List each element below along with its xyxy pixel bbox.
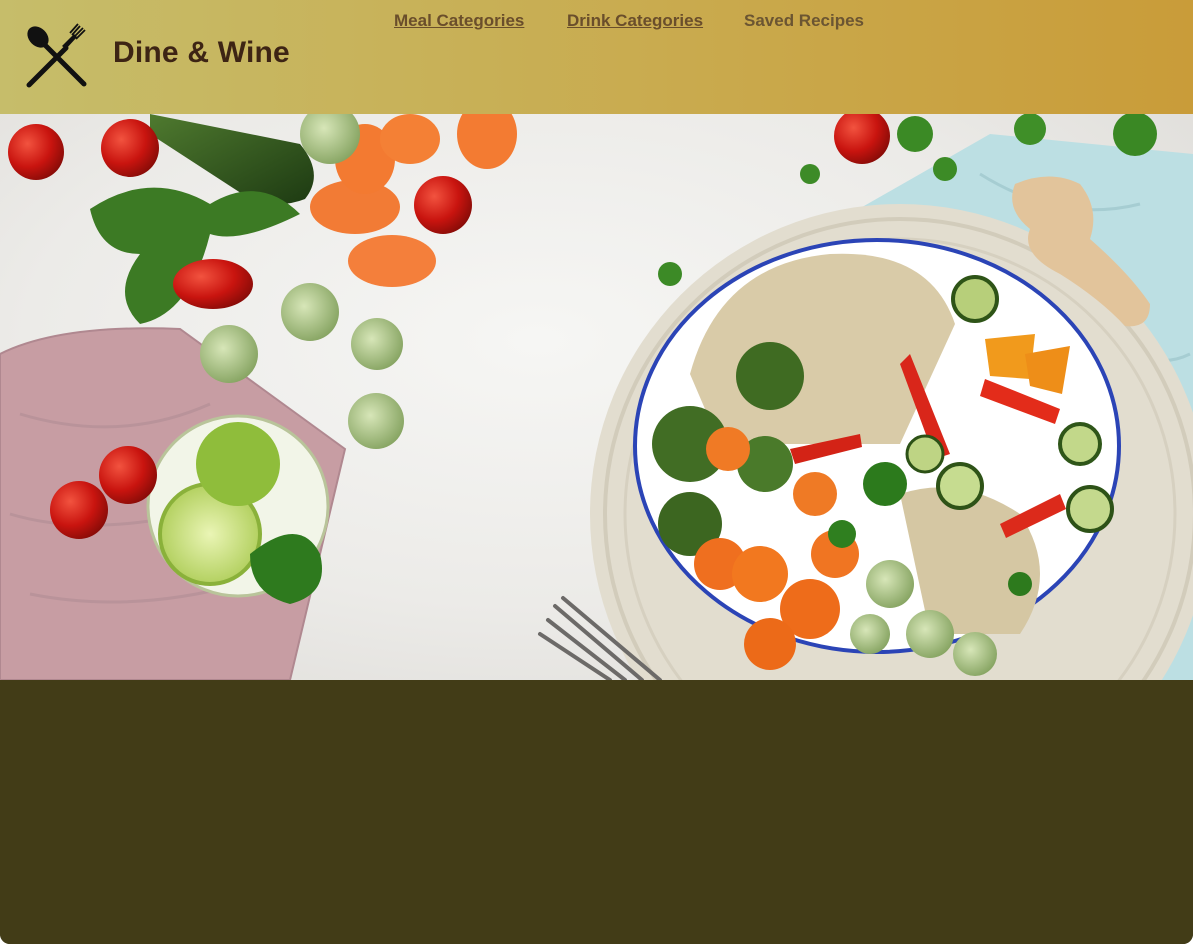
site-header: Dine & Wine Meal Categories Drink Catego… — [0, 0, 1193, 114]
fork-and-spoon-icon[interactable] — [22, 22, 92, 90]
page: Dine & Wine Meal Categories Drink Catego… — [0, 0, 1193, 944]
nav-link-saved-recipes[interactable]: Saved Recipes — [744, 11, 864, 31]
hero-image — [0, 114, 1193, 680]
nav-link-drink-categories[interactable]: Drink Categories — [567, 11, 703, 31]
main-content — [0, 680, 1193, 944]
nav-link-meal-categories[interactable]: Meal Categories — [394, 11, 524, 31]
brand-name[interactable]: Dine & Wine — [113, 36, 290, 70]
